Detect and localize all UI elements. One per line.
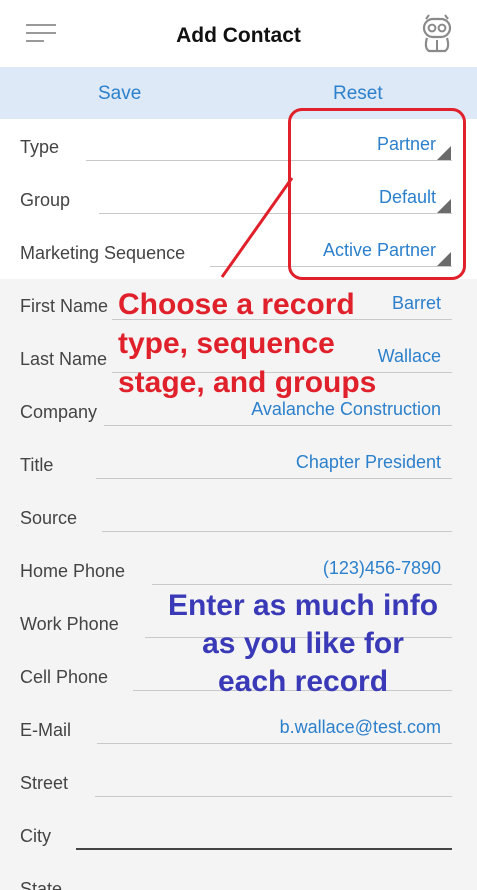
- source-label: Source: [20, 508, 78, 528]
- street-label: Street: [20, 773, 69, 793]
- type-label: Type: [20, 137, 60, 157]
- field-underline: [95, 796, 452, 797]
- state-field[interactable]: State: [0, 868, 477, 890]
- work-phone-label: Work Phone: [20, 614, 119, 634]
- robot-icon[interactable]: [418, 14, 456, 54]
- title-input[interactable]: Chapter President: [296, 452, 441, 473]
- first-name-input[interactable]: Barret: [392, 293, 441, 314]
- annotation-line: each record: [217, 665, 389, 698]
- street-field[interactable]: Street: [0, 762, 477, 815]
- title-field[interactable]: Title Chapter President: [0, 444, 477, 497]
- state-label: State: [20, 879, 63, 890]
- city-field[interactable]: City: [0, 815, 477, 868]
- city-label: City: [20, 826, 51, 846]
- company-label: Company: [20, 402, 98, 422]
- field-underline: [152, 584, 452, 585]
- page-title: Add Contact: [176, 24, 301, 47]
- title-label: Title: [20, 455, 54, 475]
- annotation-line: Choose a record: [118, 288, 355, 321]
- annotation-line: Enter as much info: [167, 589, 439, 622]
- cell-phone-label: Cell Phone: [20, 667, 109, 687]
- marketing-sequence-label: Marketing Sequence: [20, 243, 186, 263]
- source-field[interactable]: Source: [0, 497, 477, 550]
- first-name-label: First Name: [20, 296, 109, 316]
- field-underline: [102, 531, 452, 532]
- group-label: Group: [20, 190, 71, 210]
- home-phone-input[interactable]: (123)456-7890: [323, 558, 441, 579]
- email-input[interactable]: b.wallace@test.com: [280, 717, 441, 738]
- annotation-line: as you like for: [202, 627, 404, 660]
- last-name-input[interactable]: Wallace: [378, 346, 441, 367]
- home-phone-label: Home Phone: [20, 561, 126, 581]
- company-input[interactable]: Avalanche Construction: [251, 399, 441, 420]
- reset-button[interactable]: Reset: [333, 83, 383, 105]
- field-underline: [104, 425, 452, 426]
- field-underline: [97, 743, 452, 744]
- last-name-label: Last Name: [20, 349, 108, 369]
- app-header: Add Contact: [0, 0, 477, 67]
- field-underline: [96, 478, 452, 479]
- email-field[interactable]: E-Mail b.wallace@test.com: [0, 709, 477, 762]
- annotation-record-type: Choose a record type, sequence stage, an…: [118, 285, 376, 402]
- email-label: E-Mail: [20, 720, 72, 740]
- callout-box: [288, 108, 466, 280]
- annotation-line: stage, and groups: [118, 366, 377, 399]
- annotation-line: type, sequence: [118, 327, 335, 360]
- field-underline-focused: [76, 848, 452, 850]
- save-button[interactable]: Save: [98, 83, 141, 105]
- annotation-enter-info: Enter as much info as you like for each …: [140, 587, 466, 701]
